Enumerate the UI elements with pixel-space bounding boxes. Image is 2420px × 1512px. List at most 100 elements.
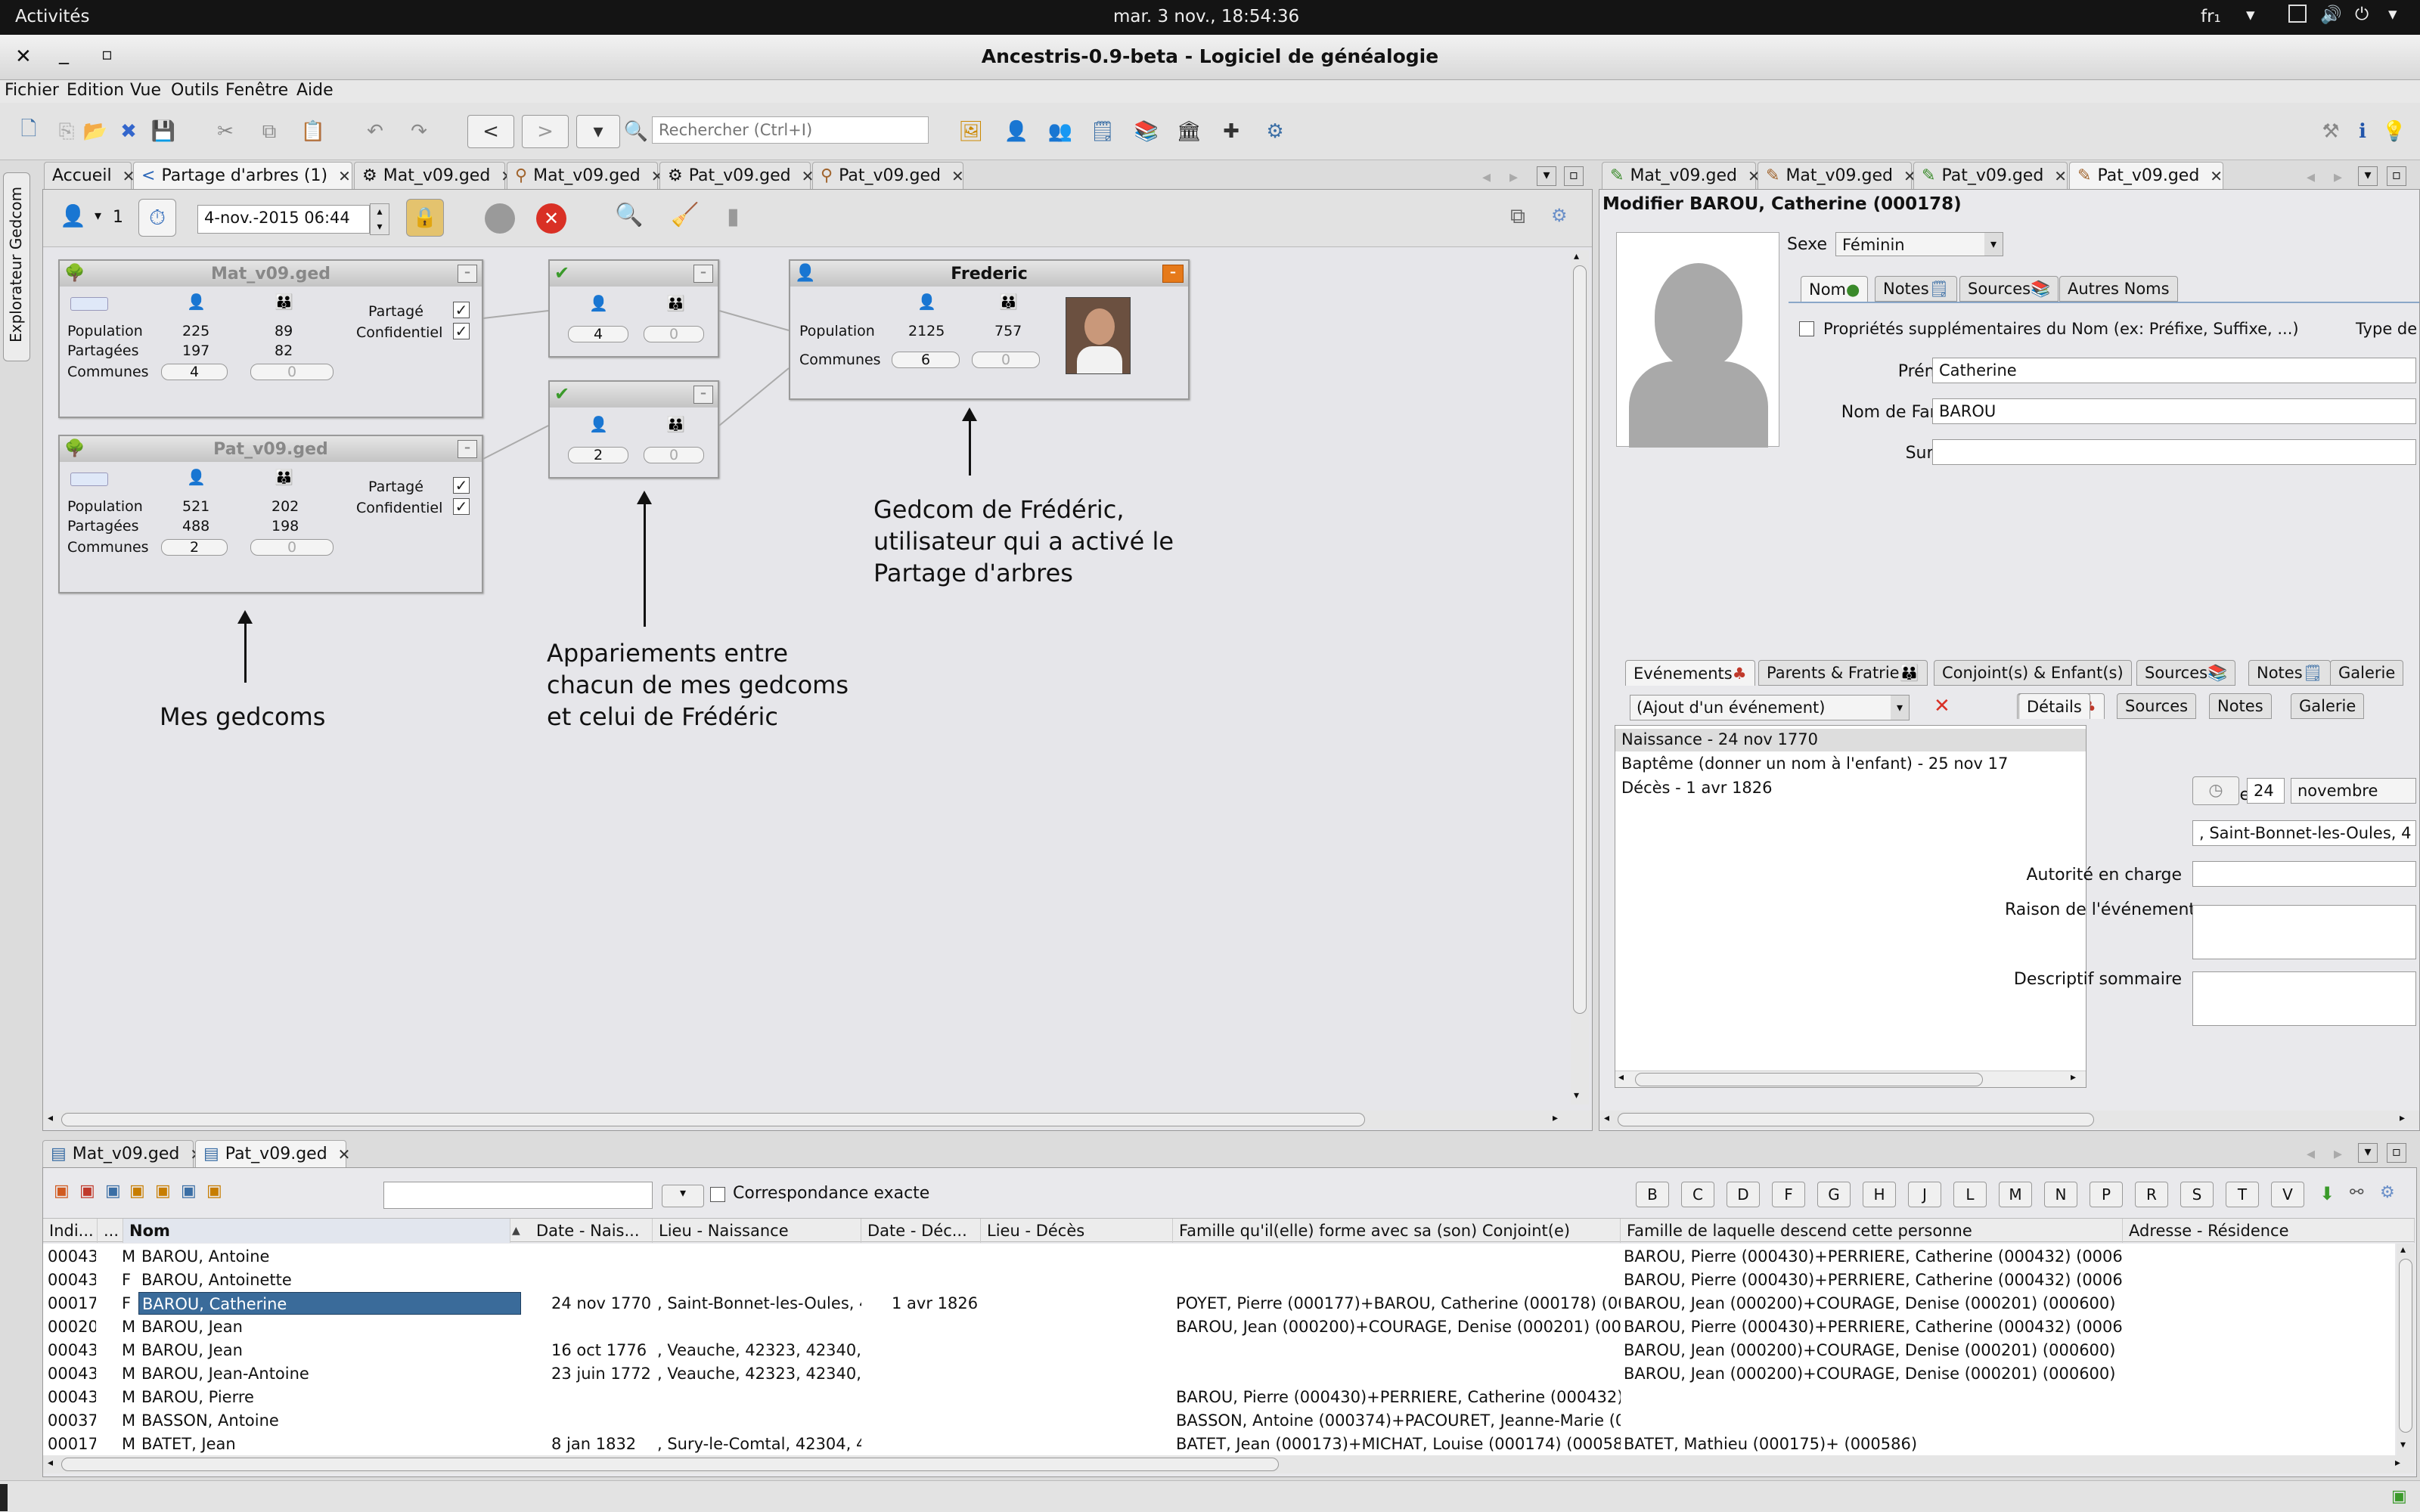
tab-conjoints-enfants[interactable]: Conjoint(s) & Enfant(s) [1934,660,2132,686]
event-item[interactable]: Décès - 1 avr 1826 [1615,777,2086,800]
table-row[interactable]: 000435MBAROU, Jean-Antoine23 juin 1772, … [43,1362,2395,1386]
filter-dropdown-icon[interactable]: ▾ [662,1185,704,1207]
undo-icon[interactable]: ↶ [358,115,392,148]
tabs-scroll-left-icon[interactable]: ◂ [1482,168,1491,187]
close-tab-icon[interactable]: ✕ [2054,167,2067,185]
power-icon[interactable]: ⏻ [2355,5,2369,24]
alpha-filter-button[interactable]: M [1999,1182,2032,1207]
extra-props-checkbox[interactable] [1799,321,1814,336]
tabs-scroll-left-icon[interactable]: ◂ [2307,1145,2315,1163]
match-families-value[interactable]: 0 [644,326,704,342]
tab-details-notes[interactable]: Notes [2209,693,2272,719]
header-address[interactable]: Adresse - Résidence [2123,1219,2415,1243]
tab-partage-arbres[interactable]: < Partage d'arbres (1) ✕ [133,162,352,189]
table-row[interactable]: 000374MBASSON, AntoineBASSON, Antoine (0… [43,1409,2395,1433]
datetime-spinner-icon[interactable]: ▴ ▾ [370,203,389,235]
filter-media-icon[interactable]: ▣ [155,1182,171,1201]
gedcom-box-frederic[interactable]: 👤 Frederic – 👤 👪 Population Communes 212… [789,259,1190,400]
sex-select[interactable]: Féminin ▾ [1835,232,2003,256]
common-value[interactable]: 2 [161,539,228,556]
close-tab-icon[interactable]: ✕ [2210,167,2223,185]
firstname-input[interactable]: Catherine [1932,358,2416,383]
volume-icon[interactable]: 🔊 [2320,5,2342,25]
download-arrow-icon[interactable]: ⬇ [2319,1183,2335,1204]
vertical-scrollbar[interactable]: ▴ ▾ [1571,250,1589,1105]
scroll-left-icon[interactable]: ◂ [1618,1071,1624,1083]
scroll-thumb[interactable] [1573,265,1587,1014]
close-tab-icon[interactable]: ✕ [951,167,964,185]
alpha-filter-button[interactable]: F [1772,1182,1805,1207]
alpha-filter-button[interactable]: B [1636,1182,1669,1207]
menu-outils[interactable]: Outils [171,81,219,100]
common-value[interactable]: 6 [892,352,960,368]
table-row[interactable]: 000200MBAROU, JeanBAROU, Jean (000200)+C… [43,1315,2395,1339]
history-dropdown-icon[interactable]: ▾ [576,115,620,148]
tab-mat-2[interactable]: ⚲ Mat_v09.ged ✕ [507,162,663,189]
redo-icon[interactable]: ↷ [402,115,436,148]
nickname-input[interactable] [1932,439,2416,465]
collapse-icon[interactable]: – [458,440,477,458]
calendar-clock-icon[interactable]: ◷ [2192,776,2239,805]
dropdown-arrow-icon[interactable]: ▾ [2246,5,2255,25]
table-vscrollbar[interactable]: ▴ ▾ [2397,1244,2415,1455]
summary-input[interactable] [2192,971,2416,1026]
maximize-panel-icon[interactable]: ▫ [2387,1143,2406,1163]
tab-sources[interactable]: Sources 📚 [1959,276,2059,302]
header-sex[interactable]: ... [98,1219,123,1243]
tabs-list-icon[interactable]: ▾ [2358,166,2378,186]
match-persons-value[interactable]: 4 [568,326,628,342]
tab-mat-1[interactable]: ⚙Mat_v09.ged✕ [354,162,513,189]
close-tab-icon[interactable]: ✕ [338,167,351,185]
confidential-checkbox[interactable]: ✓ [453,498,470,515]
add-event-select[interactable]: (Ajout d'un événement) ▾ [1630,695,1910,720]
datetime-input[interactable]: 4-nov.-2015 06:44 [197,205,370,234]
lastname-input[interactable]: BAROU [1932,398,2416,424]
tab-pat-2[interactable]: ⚲ Pat_v09.ged ✕ [812,162,964,189]
alpha-filter-button[interactable]: L [1953,1182,1987,1207]
disconnect-icon[interactable]: ✕ [536,203,566,234]
tab-autres-noms[interactable]: Autres Noms [2059,276,2178,302]
paste-icon[interactable]: 📋 [296,115,330,148]
search-match-icon[interactable]: 🔍 [615,202,643,228]
maximize-panel-icon[interactable]: ▫ [1564,166,1584,186]
new-file-icon[interactable]: 🗋 [12,115,45,148]
window-overview-icon[interactable] [2288,5,2307,23]
table-row[interactable]: 000438MBAROU, Jean16 oct 1776, Veauche, … [43,1339,2395,1362]
alpha-filter-button[interactable]: P [2090,1182,2123,1207]
header-death-date[interactable]: Date - Déc... [861,1219,981,1243]
menu-aide[interactable]: Aide [296,81,334,100]
add-source-icon[interactable]: 📚 [1130,115,1163,148]
settings-gear-icon[interactable]: ⚙ [2380,1183,2395,1202]
scroll-right-icon[interactable]: ▸ [1553,1112,1558,1124]
filter-repos-icon[interactable]: ▣ [181,1182,197,1201]
table-row[interactable]: 000173MBATET, Jean8 jan 1832, Sury-le-Co… [43,1433,2395,1455]
keyboard-layout[interactable]: fr₁ [2201,7,2221,26]
family-common-value[interactable]: 0 [250,539,334,556]
common-value[interactable]: 4 [161,364,228,380]
tab-right-pat-2[interactable]: ✎ Pat_v09.ged ✕ [2069,162,2223,189]
scroll-left-icon[interactable]: ◂ [48,1457,53,1469]
alpha-filter-button[interactable]: R [2135,1182,2168,1207]
alpha-filter-button[interactable]: H [1863,1182,1896,1207]
forward-icon[interactable]: > [522,115,569,148]
tree-tool-icon[interactable]: 🖼 [954,115,988,148]
tabs-list-icon[interactable]: ▾ [1537,166,1556,186]
alpha-filter-button[interactable]: N [2044,1182,2077,1207]
lock-icon[interactable]: 🔒 [406,199,444,237]
gedcom-box-mat[interactable]: 🌳 Mat_v09.ged – 👤 👪 Population Partagées… [58,259,483,418]
alpha-filter-button[interactable]: V [2271,1182,2304,1207]
match-persons-value[interactable]: 2 [568,447,628,463]
tab-bottom-pat[interactable]: ▤ Pat_v09.ged ✕ [195,1140,350,1167]
open-folder-icon[interactable]: 📂 [79,115,112,148]
shared-checkbox[interactable]: ✓ [453,477,470,494]
close-tab-icon[interactable]: ✕ [338,1145,351,1163]
table-hscrollbar[interactable]: ◂ ▸ [43,1455,2415,1473]
tools-icon[interactable]: ⚒ [2314,115,2347,148]
alpha-filter-button[interactable]: S [2180,1182,2214,1207]
statistics-icon[interactable]: ▮ [727,203,740,230]
scroll-left-icon[interactable]: ◂ [48,1112,53,1124]
tabs-list-icon[interactable]: ▾ [2358,1143,2378,1163]
scroll-left-icon[interactable]: ◂ [1604,1112,1609,1124]
tab-parents-fratrie[interactable]: Parents & Fratrie 👪 [1758,660,1928,686]
confidential-checkbox[interactable]: ✓ [453,323,470,339]
